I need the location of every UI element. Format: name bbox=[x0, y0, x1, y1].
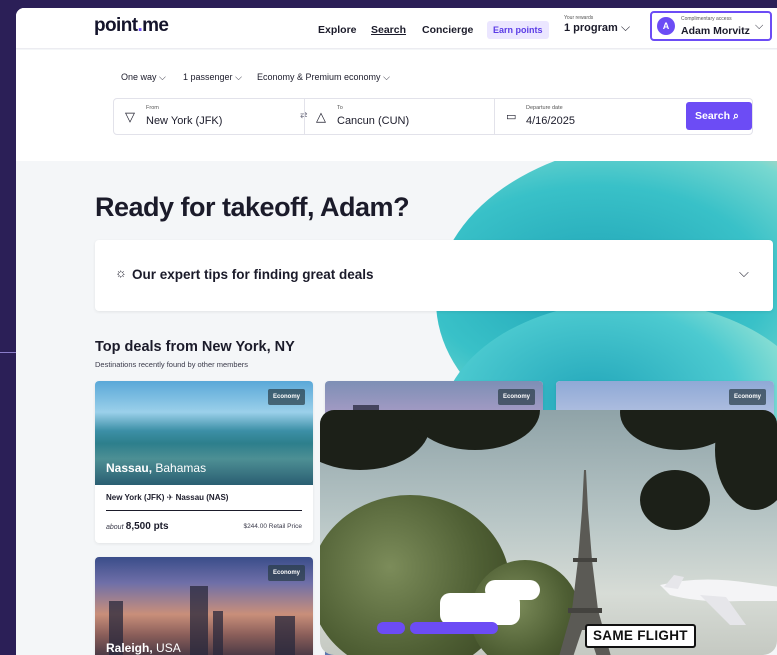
nav-concierge[interactable]: Concierge bbox=[422, 24, 473, 36]
passengers-dropdown[interactable]: 1 passenger ⌵ bbox=[183, 72, 242, 83]
deal-card-nassau[interactable]: Economy Nassau, Bahamas New York (JFK) ✈… bbox=[95, 381, 313, 543]
rewards-label: Your rewards bbox=[564, 15, 594, 21]
cabin-badge: Economy bbox=[267, 389, 305, 405]
points-value: 8,500 pts bbox=[125, 521, 169, 532]
retail-price: $244.00 Retail Price bbox=[243, 523, 302, 530]
logo-text-me: me bbox=[142, 15, 169, 36]
trip-type-dropdown[interactable]: One way ⌵ bbox=[121, 72, 166, 83]
trip-type-value: One way bbox=[121, 72, 157, 82]
from-field[interactable]: ▽ From New York (JFK) bbox=[114, 99, 304, 134]
foliage bbox=[640, 470, 710, 530]
points-prefix: about bbox=[106, 524, 124, 531]
lightbulb-icon: ☼ bbox=[115, 265, 127, 280]
chevron-down-icon: ⌵ bbox=[235, 72, 242, 82]
cabin-badge: Economy bbox=[728, 389, 766, 405]
chevron-down-icon: ⌵ bbox=[159, 72, 166, 82]
to-label: To bbox=[337, 105, 343, 111]
country-name: Bahamas bbox=[155, 461, 207, 475]
animated-bar bbox=[377, 622, 405, 634]
date-value: 4/16/2025 bbox=[526, 115, 575, 127]
city-name: Nassau, bbox=[106, 461, 153, 475]
nav-search[interactable]: Search bbox=[371, 24, 406, 36]
to-value: Cancun (CUN) bbox=[337, 115, 410, 127]
tips-label: Our expert tips for finding great deals bbox=[132, 267, 374, 282]
avatar: A bbox=[657, 17, 675, 35]
nav-explore[interactable]: Explore bbox=[318, 24, 357, 36]
route-from: New York (JFK) bbox=[106, 493, 165, 502]
cabin-dropdown[interactable]: Economy & Premium economy ⌵ bbox=[257, 72, 390, 83]
search-icon: ⌕ bbox=[732, 110, 739, 122]
plane-arrival-icon: △ bbox=[316, 109, 326, 124]
points-price: about 8,500 pts bbox=[106, 521, 169, 532]
city-name: Raleigh, bbox=[106, 641, 153, 655]
deals-subtitle: Destinations recently found by other mem… bbox=[95, 360, 248, 369]
deal-card-raleigh[interactable]: Economy Raleigh, USA bbox=[95, 557, 313, 655]
user-access-label: Complimentary access bbox=[681, 16, 732, 22]
search-button-label: Search bbox=[695, 110, 731, 122]
foliage bbox=[410, 410, 540, 450]
country-name: USA bbox=[156, 641, 181, 655]
destination-title: Nassau, Bahamas bbox=[106, 461, 206, 475]
overlay-caption: SAME FLIGHT bbox=[585, 624, 696, 648]
logo-text-point: point bbox=[94, 15, 138, 36]
user-name: Adam Morvitz bbox=[681, 25, 750, 37]
divider bbox=[106, 510, 302, 511]
chevron-down-icon: ⌵ bbox=[755, 20, 764, 32]
earn-points-button[interactable]: Earn points bbox=[487, 21, 549, 39]
logo[interactable]: point.me bbox=[94, 15, 169, 37]
route-to: Nassau (NAS) bbox=[175, 493, 229, 502]
page-title: Ready for takeoff, Adam? bbox=[95, 192, 410, 222]
animated-bar bbox=[410, 622, 498, 634]
destination-title: Raleigh, USA bbox=[106, 641, 181, 655]
building bbox=[275, 616, 295, 655]
plane-icon: ✈ bbox=[166, 493, 174, 502]
date-label: Departure date bbox=[526, 105, 563, 111]
search-panel: One way ⌵ 1 passenger ⌵ Economy & Premiu… bbox=[16, 50, 777, 161]
animated-shape bbox=[485, 580, 540, 600]
video-overlay[interactable]: SAME FLIGHT bbox=[320, 410, 777, 655]
rewards-menu[interactable]: Your rewards 1 program bbox=[564, 15, 618, 34]
from-value: New York (JFK) bbox=[146, 115, 223, 127]
building bbox=[190, 586, 208, 655]
chevron-down-icon[interactable]: ⌵ bbox=[621, 20, 630, 35]
route: New York (JFK) ✈ Nassau (NAS) bbox=[106, 493, 228, 502]
plane-image bbox=[660, 575, 777, 625]
passengers-value: 1 passenger bbox=[183, 72, 233, 82]
search-button[interactable]: Search ⌕ bbox=[686, 102, 752, 130]
foliage bbox=[715, 410, 777, 510]
chevron-down-icon: ⌵ bbox=[739, 265, 749, 280]
to-field[interactable]: △ To Cancun (CUN) bbox=[305, 99, 494, 134]
cabin-badge: Economy bbox=[497, 389, 535, 405]
plane-departure-icon: ▽ bbox=[125, 109, 135, 124]
date-field[interactable]: ▭ Departure date 4/16/2025 bbox=[495, 99, 685, 134]
cabin-value: Economy & Premium economy bbox=[257, 72, 381, 82]
user-menu-button[interactable]: A Complimentary access Adam Morvitz ⌵ bbox=[650, 11, 772, 41]
top-navbar: point.me Explore Search Concierge Earn p… bbox=[16, 8, 777, 49]
building bbox=[213, 611, 223, 655]
tips-accordion[interactable]: ☼ Our expert tips for finding great deal… bbox=[95, 240, 773, 311]
deals-title: Top deals from New York, NY bbox=[95, 339, 295, 355]
search-bar: ▽ From New York (JFK) ⇄ △ To Cancun (CUN… bbox=[113, 98, 753, 135]
from-label: From bbox=[146, 105, 159, 111]
rewards-value: 1 program bbox=[564, 22, 618, 34]
cabin-badge: Economy bbox=[267, 565, 305, 581]
calendar-icon: ▭ bbox=[506, 111, 517, 123]
chevron-down-icon: ⌵ bbox=[383, 72, 390, 82]
